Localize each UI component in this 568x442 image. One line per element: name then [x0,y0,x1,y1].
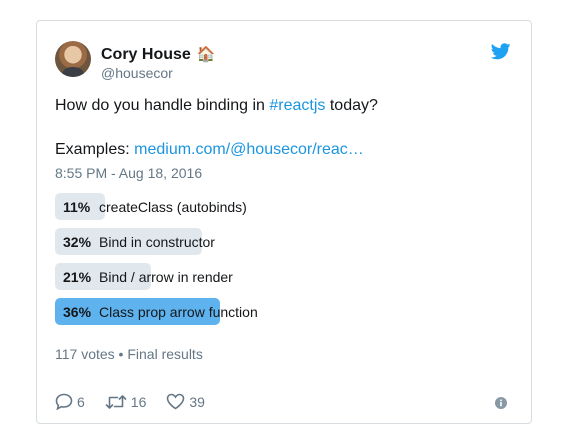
retweet-button[interactable]: 16 [105,393,147,410]
like-count: 39 [189,393,205,410]
retweet-count: 16 [130,393,147,410]
poll-label: Class prop arrow function [99,304,258,320]
poll-option: 21% Bind / arrow in render [55,263,495,290]
twitter-bird-icon[interactable] [491,43,511,60]
author-name[interactable]: Cory House 🏠 [101,45,215,64]
poll-percent: 21% [63,269,92,285]
poll-label: createClass (autobinds) [99,199,247,215]
action-bar: 6 16 39 [55,393,225,410]
house-emoji: 🏠 [196,46,216,63]
reply-button[interactable]: 6 [55,393,85,410]
poll-option: 32% Bind in constructor [55,228,495,255]
heart-icon [167,393,185,410]
poll-percent: 32% [63,234,92,250]
tweet-text: How do you handle binding in #reactjs to… [55,97,378,115]
reply-icon [55,393,73,410]
poll: 11% createClass (autobinds) 32% Bind in co… [55,193,495,333]
tweet-text-prefix: How do you handle binding in [55,97,270,114]
tweet-text-suffix: today? [325,97,378,114]
poll-percent: 11% [63,199,91,215]
avatar[interactable] [55,41,91,77]
info-icon[interactable] [495,397,507,409]
examples-link[interactable]: medium.com/@housecor/reac… [134,141,364,158]
poll-label: Bind in constructor [99,234,215,250]
author-handle[interactable]: @housecor [101,65,173,81]
poll-summary: 117 votes • Final results [55,346,203,362]
tweet-card: Cory House 🏠 @housecor How do you handle … [36,20,532,424]
examples-line: Examples: medium.com/@housecor/reac… [55,141,364,159]
poll-option: 36% Class prop arrow function [55,298,495,325]
like-button[interactable]: 39 [166,393,205,410]
poll-percent: 36% [63,304,92,320]
poll-option: 11% createClass (autobinds) [55,193,495,220]
reply-count: 6 [77,393,85,410]
hashtag-link[interactable]: #reactjs [269,97,325,114]
timestamp[interactable]: 8:55 PM - Aug 18, 2016 [55,165,202,181]
examples-label: Examples: [55,141,135,158]
poll-label: Bind / arrow in render [99,269,233,285]
author-name-text[interactable]: Cory House [101,46,191,63]
retweet-icon [105,394,127,409]
